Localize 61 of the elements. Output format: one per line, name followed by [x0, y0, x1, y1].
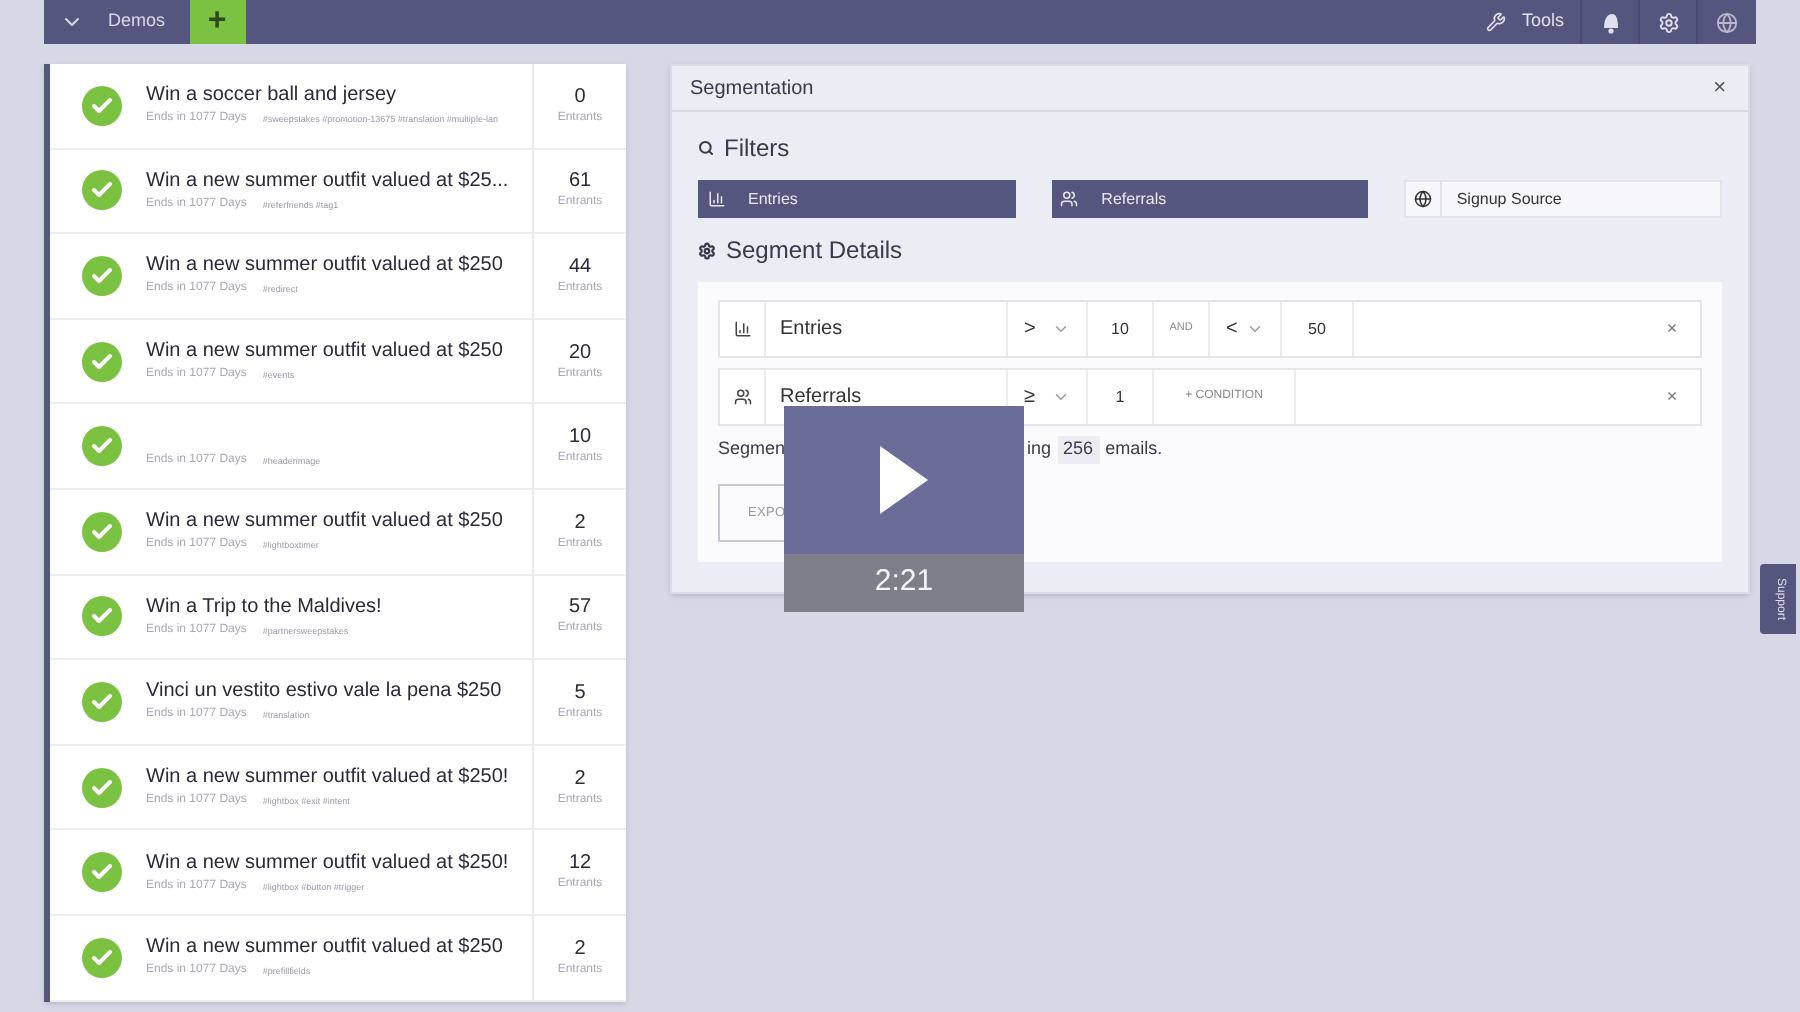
chevron-icon — [1052, 320, 1070, 338]
settings-icon — [1657, 11, 1679, 33]
video-duration: 2:21 — [874, 562, 934, 603]
play-icon — [880, 446, 928, 514]
globe-icon — [1716, 11, 1738, 33]
operator-select[interactable]: < — [1210, 302, 1282, 356]
tools-icon — [1485, 12, 1506, 32]
promotion-title: Win a new summer outfit valued at $250 — [146, 508, 505, 537]
filter-button[interactable]: Signup Source — [1404, 180, 1723, 218]
users-icon — [1060, 190, 1079, 208]
entrant-count: 44 — [568, 253, 592, 280]
promotion-title: Win a new summer outfit valued at $250 — [146, 934, 505, 963]
entrant-count: 2 — [574, 935, 586, 962]
operator-select[interactable]: > — [1008, 302, 1088, 356]
promotion-title: Win a new summer outfit valued at $25... — [146, 167, 511, 196]
filter-button[interactable]: Entries — [698, 180, 1016, 218]
chevron-icon — [1052, 388, 1070, 406]
value-field[interactable]: 1 — [1088, 370, 1154, 424]
globe-icon — [1414, 190, 1433, 208]
entrant-count: 12 — [568, 850, 592, 877]
search-icon — [698, 140, 714, 156]
promotion-title: Win a new summer outfit valued at $250! — [146, 849, 511, 878]
promotion-title: Win a soccer ball and jersey — [146, 82, 399, 111]
entrant-count: 0 — [574, 83, 586, 110]
value-field[interactable]: 50 — [1282, 302, 1354, 356]
entrant-count: 10 — [568, 424, 592, 451]
filter-button[interactable]: Referrals — [1051, 180, 1369, 218]
chevron-icon — [1246, 320, 1264, 338]
entrant-count: 20 — [568, 339, 592, 366]
promotion-title: Vinci un vestito estivo vale la pena $250 — [146, 678, 504, 707]
entrant-count: 2 — [574, 765, 586, 792]
entrant-count: 57 — [568, 594, 592, 621]
bar-chart-icon — [733, 320, 751, 338]
summary-text: Segmen — [718, 436, 786, 463]
tools-menu[interactable]: Tools — [1469, 0, 1580, 44]
section-heading: Segment Details — [726, 234, 903, 268]
summary-text: emails. — [1105, 436, 1163, 463]
video-player-dialog[interactable]: 2:21 — [784, 406, 1024, 612]
entrant-count: 2 — [574, 509, 586, 536]
entrant-count: 5 — [574, 679, 586, 706]
bell-icon — [1599, 11, 1621, 33]
summary-text: ing — [1027, 436, 1052, 463]
promotion-title: Win a Trip to the Maldives! — [146, 593, 384, 622]
panel-title: Segmentation — [690, 75, 814, 103]
promotion-title: Win a new summer outfit valued at $250! — [146, 764, 511, 793]
field-name: Referrals — [780, 385, 862, 409]
promotion-title: Win a new summer outfit valued at $250 — [146, 338, 505, 367]
users-icon — [733, 388, 751, 406]
bar-chart-icon — [707, 190, 725, 208]
entrant-count: 61 — [568, 168, 592, 195]
value-field[interactable]: 10 — [1088, 302, 1154, 356]
demos-menu[interactable]: Demos — [44, 0, 190, 44]
add-button[interactable]: + — [189, 0, 246, 44]
section-heading: Filters — [724, 132, 790, 166]
email-count: 256 — [1057, 436, 1100, 464]
remove-button[interactable]: × — [1644, 302, 1700, 356]
remove-button[interactable]: × — [1644, 370, 1700, 424]
close-button[interactable]: × — [1709, 77, 1730, 99]
promotion-title: Win a new summer outfit valued at $250 — [146, 252, 505, 281]
gear-icon — [698, 241, 716, 259]
field-name: Entries — [780, 317, 843, 341]
